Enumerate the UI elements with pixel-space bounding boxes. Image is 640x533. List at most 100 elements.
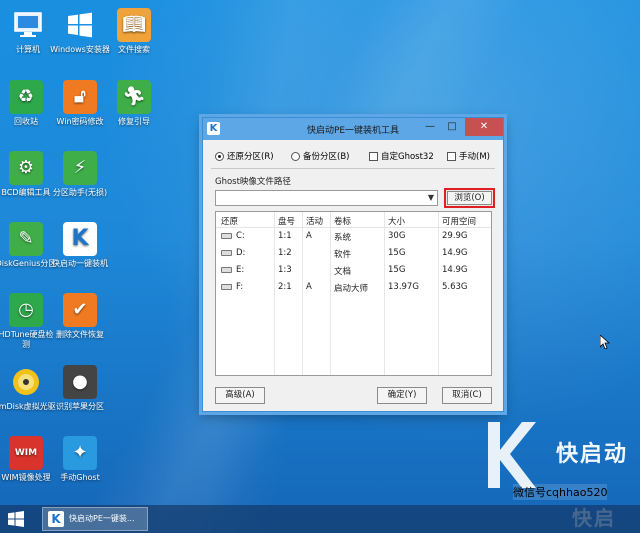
watermark-text: 微信号cqhhao520 [513, 484, 608, 500]
taskbar-item-label: 快启动PE一键装... [69, 514, 135, 523]
minimize-button[interactable]: — [419, 118, 441, 136]
desktop-icon-label: 修复引导 [118, 117, 150, 126]
kqd-logo-icon: K [48, 511, 64, 527]
table-row[interactable]: D: 1:2 软件 15G 14.9G [216, 245, 491, 262]
diskgenius-icon: ✎ [9, 222, 43, 256]
cell-num: 1:1 [278, 231, 292, 241]
desktop-icon-label: Windows安装器 [50, 45, 110, 54]
cell-drive: D: [236, 248, 246, 258]
cell-num: 2:1 [278, 282, 292, 292]
hard-disk-icon [221, 233, 232, 239]
col-volume-label[interactable]: 卷标 [334, 215, 351, 227]
desktop-icon-kqd-installer[interactable]: K 快启动一键装机 [49, 222, 111, 269]
desktop-icon-ghost[interactable]: ✦ 手动Ghost [49, 436, 111, 483]
imdisk-icon [9, 365, 43, 399]
divider [211, 168, 495, 169]
apple-partition-icon: ● [63, 365, 97, 399]
cell-label: 文档 [334, 267, 352, 277]
desktop-icon-apple-partition[interactable]: ● 识别苹果分区 [49, 365, 111, 412]
image-path-select[interactable]: ▼ [215, 190, 438, 206]
cell-active: A [306, 231, 312, 241]
desktop-icon-label: 删除文件恢复 [56, 330, 104, 339]
desktop-icon-partition-assistant[interactable]: ⚡ 分区助手(无损) [49, 151, 111, 198]
cell-free: 14.9G [442, 265, 468, 275]
col-active[interactable]: 活动 [306, 215, 323, 227]
col-restore[interactable]: 还原 [221, 215, 238, 227]
cancel-button[interactable]: 取消(C) [442, 387, 492, 404]
cell-label: 启动大师 [334, 284, 369, 294]
desktop-icon-boot-repair[interactable]: 🏃︎ 修复引导 [103, 80, 165, 127]
windows-installer-icon [63, 8, 97, 42]
browse-button-label: 浏览(O) [447, 191, 492, 205]
auto-ghost32-label: 自定Ghost32 [381, 152, 434, 162]
cell-drive: F: [236, 282, 244, 292]
table-row[interactable]: F: 2:1 A 启动大师 13.97G 5.63G [216, 279, 491, 296]
cell-active: A [306, 282, 312, 292]
password-icon: 🔓︎ [63, 80, 97, 114]
browse-button[interactable]: 浏览(O) [444, 188, 495, 208]
boot-repair-icon: 🏃︎ [117, 80, 151, 114]
table-row[interactable]: C: 1:1 A 系统 30G 29.9G [216, 228, 491, 245]
mouse-cursor-icon [600, 335, 610, 349]
table-row[interactable]: E: 1:3 文档 15G 14.9G [216, 262, 491, 279]
dialog-titlebar[interactable]: K 快启动PE一键装机工具 — □ ✕ [203, 118, 503, 140]
brand-k-logo-icon [488, 422, 536, 488]
col-free[interactable]: 可用空间 [442, 215, 476, 227]
cell-size: 15G [388, 248, 406, 258]
desktop-icon-win-password[interactable]: 🔓︎ Win密码修改 [49, 80, 111, 127]
ok-button[interactable]: 确定(Y) [377, 387, 427, 404]
hard-disk-icon [221, 250, 232, 256]
desktop-icon-file-search[interactable]: 📖︎ 文件搜索 [103, 8, 165, 55]
brand-text: 快启动 [556, 442, 629, 467]
maximize-button[interactable]: □ [441, 118, 463, 136]
desktop-icon-label: Win密码修改 [56, 117, 104, 126]
bcd-gear-icon: ⚙ [9, 151, 43, 185]
kqd-installer-icon: K [63, 222, 97, 256]
taskbar-item-installer[interactable]: K 快启动PE一键装... [42, 507, 148, 531]
table-header: 还原 盘号 活动 卷标 大小 可用空间 [216, 212, 491, 228]
close-button[interactable]: ✕ [465, 118, 503, 136]
computer-icon [11, 8, 45, 42]
restore-option[interactable]: 还原分区(R) [215, 150, 274, 162]
partition-assistant-icon: ⚡ [63, 151, 97, 185]
auto-ghost32-option[interactable]: 自定Ghost32 [369, 150, 434, 162]
cell-num: 1:3 [278, 265, 292, 275]
cell-drive: C: [236, 231, 245, 241]
file-search-icon: 📖︎ [117, 8, 151, 42]
cell-label: 软件 [334, 250, 352, 260]
installer-dialog: K 快启动PE一键装机工具 — □ ✕ 还原分区(R) 备份分区(B) 自定Gh… [202, 117, 504, 412]
chevron-down-icon[interactable]: ▼ [428, 193, 434, 202]
radio-selected-icon [215, 151, 224, 161]
radio-icon [291, 151, 300, 161]
desktop-icon-label: 分区助手(无损) [52, 188, 108, 197]
cell-size: 13.97G [388, 282, 419, 292]
restore-option-label: 还原分区(R) [227, 152, 274, 162]
checkbox-icon [447, 151, 456, 161]
windows-start-icon[interactable] [8, 511, 24, 527]
mode-options: 还原分区(R) 备份分区(B) 自定Ghost32 手动(M) [215, 150, 495, 164]
ghost-icon: ✦ [63, 436, 97, 470]
cell-drive: E: [236, 265, 245, 275]
hdtune-icon: ◷ [9, 293, 43, 327]
backup-option[interactable]: 备份分区(B) [291, 150, 349, 162]
taskbar: K 快启动PE一键装... [0, 505, 640, 533]
desktop-icon-file-restore[interactable]: ✔ 删除文件恢复 [49, 293, 111, 340]
cell-free: 5.63G [442, 282, 468, 292]
col-size[interactable]: 大小 [388, 215, 405, 227]
cell-free: 14.9G [442, 248, 468, 258]
desktop-icon-label: 识别苹果分区 [56, 402, 104, 411]
cell-size: 30G [388, 231, 406, 241]
desktop-icon-windows-installer[interactable]: Windows安装器 [49, 8, 111, 55]
cell-free: 29.9G [442, 231, 468, 241]
manual-option[interactable]: 手动(M) [447, 150, 490, 162]
col-disk-num[interactable]: 盘号 [278, 215, 295, 227]
path-label: Ghost映像文件路径 [215, 177, 291, 187]
wim-icon: WIM [9, 436, 43, 470]
manual-option-label: 手动(M) [459, 152, 490, 162]
cell-label: 系统 [334, 233, 352, 243]
advanced-button[interactable]: 高级(A) [215, 387, 265, 404]
cell-size: 15G [388, 265, 406, 275]
desktop-icon-label: 快启动一键装机 [52, 259, 108, 268]
backup-option-label: 备份分区(B) [303, 152, 350, 162]
hard-disk-icon [221, 267, 232, 273]
